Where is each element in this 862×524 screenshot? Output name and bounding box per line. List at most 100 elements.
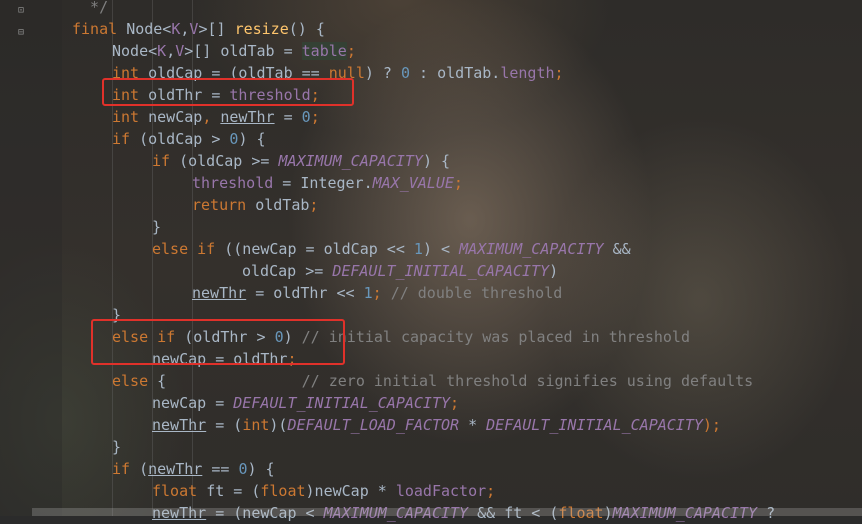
code-token: newThr (220, 108, 275, 126)
code-token: = Integer. (273, 174, 373, 192)
code-token: ( (139, 460, 149, 478)
code-token: >[] (198, 20, 235, 38)
code-token: ) < (422, 240, 460, 258)
code-line[interactable]: return oldTab; (192, 194, 318, 216)
code-token: = ( (206, 416, 243, 434)
code-line[interactable]: newThr = oldThr << 1; // double threshol… (192, 282, 562, 304)
code-token: loadFactor (395, 482, 487, 500)
code-token: 1 (363, 284, 373, 302)
code-token: )( (269, 416, 288, 434)
code-token: if (112, 130, 140, 148)
code-token: = (274, 108, 302, 126)
code-line[interactable]: Node<K,V>[] oldTab = table; (112, 40, 356, 62)
code-token: table (301, 42, 347, 60)
code-line[interactable]: oldCap >= DEFAULT_INITIAL_CAPACITY) (242, 260, 558, 282)
code-token: ((newCap = oldCap << (224, 240, 414, 258)
code-token: () { (288, 20, 325, 38)
code-token: V (175, 42, 185, 60)
code-line[interactable]: if (oldCap >= MAXIMUM_CAPACITY) { (152, 150, 450, 172)
code-line[interactable]: int newCap, newThr = 0; (112, 106, 320, 128)
code-token: ; (453, 174, 463, 192)
code-token: { (157, 372, 302, 390)
code-token: */ (72, 0, 109, 16)
code-token: ) { (422, 152, 451, 170)
code-token: newThr (152, 416, 207, 434)
code-token: MAXIMUM_CAPACITY (459, 240, 604, 258)
code-token: ) ? (364, 64, 401, 82)
editor-gutter (0, 0, 62, 516)
code-token: ; (450, 394, 460, 412)
code-token: * (459, 416, 487, 434)
code-token: )newCap * (305, 482, 396, 500)
code-token: (oldCap > (139, 130, 230, 148)
code-token: int (242, 416, 270, 434)
code-line[interactable]: */ (72, 0, 108, 18)
code-token: oldTab (255, 196, 310, 214)
code-token: ; (554, 64, 564, 82)
annotation-box-oldThr (102, 78, 354, 106)
code-token: resize (234, 20, 289, 38)
code-token: : oldTab. (410, 64, 501, 82)
code-token: if (112, 460, 140, 478)
code-token: return (192, 196, 256, 214)
code-token: DEFAULT_INITIAL_CAPACITY (233, 394, 451, 412)
code-line[interactable]: newCap = DEFAULT_INITIAL_CAPACITY; (152, 392, 459, 414)
fold-marker-icon[interactable]: ⊡ (18, 6, 28, 16)
code-token: ; (486, 482, 496, 500)
code-token: final (72, 20, 127, 38)
code-token: newThr (148, 460, 203, 478)
code-line[interactable]: final Node<K,V>[] resize() { (72, 18, 325, 40)
code-token: >[] oldTab = (184, 42, 302, 60)
code-line[interactable]: if (oldCap > 0) { (112, 128, 266, 150)
horizontal-scrollbar[interactable] (32, 508, 862, 516)
code-line[interactable]: threshold = Integer.MAX_VALUE; (192, 172, 463, 194)
code-token: newCap (148, 108, 203, 126)
code-token: MAX_VALUE (372, 174, 454, 192)
code-line[interactable]: newThr = (int)(DEFAULT_LOAD_FACTOR * DEF… (152, 414, 721, 436)
code-line[interactable]: else if ((newCap = oldCap << 1) < MAXIMU… (152, 238, 631, 260)
code-line[interactable]: } (152, 216, 161, 238)
code-token: threshold (192, 174, 274, 192)
code-token: // initial capacity was placed in thresh… (301, 328, 690, 346)
code-token: 1 (413, 240, 423, 258)
code-token: ) { (247, 460, 275, 478)
code-token: ; (372, 284, 391, 302)
code-token: float (152, 482, 207, 500)
code-token: newCap = (152, 394, 234, 412)
code-token: DEFAULT_LOAD_FACTOR (287, 416, 460, 434)
code-token: , (166, 42, 176, 60)
code-token: ) { (238, 130, 266, 148)
code-token: DEFAULT_INITIAL_CAPACITY (332, 262, 550, 280)
code-token: ; (310, 108, 320, 126)
code-token: Node< (112, 42, 158, 60)
code-token: else (112, 372, 158, 390)
code-token: } (112, 438, 122, 456)
code-line[interactable]: } (112, 436, 121, 458)
code-token: == (202, 460, 239, 478)
code-token: DEFAULT_INITIAL_CAPACITY (486, 416, 703, 434)
code-token: oldCap >= (242, 262, 333, 280)
code-token: , (202, 108, 221, 126)
code-token: MAXIMUM_CAPACITY (278, 152, 423, 170)
code-token: float (260, 482, 306, 500)
code-token: length (500, 64, 555, 82)
code-token: ; (346, 42, 356, 60)
code-token: = oldThr << (246, 284, 364, 302)
code-token: int (112, 108, 149, 126)
code-token: K (157, 42, 167, 60)
code-token: 0 (401, 64, 411, 82)
code-token: } (152, 218, 162, 236)
code-token: // zero initial threshold signifies usin… (301, 372, 754, 390)
code-token: ; (309, 196, 319, 214)
code-token: ) (549, 262, 559, 280)
code-token: // double threshold (390, 284, 563, 302)
code-token: ft = ( (206, 482, 261, 500)
code-token: newThr (192, 284, 247, 302)
annotation-box-else-if (91, 319, 345, 365)
fold-marker-icon[interactable]: ⊟ (18, 28, 28, 38)
code-line[interactable]: else { // zero initial threshold signifi… (112, 370, 753, 392)
code-token: ); (702, 416, 721, 434)
code-token: 0 (301, 108, 311, 126)
code-line[interactable]: float ft = (float)newCap * loadFactor; (152, 480, 495, 502)
code-line[interactable]: if (newThr == 0) { (112, 458, 275, 480)
